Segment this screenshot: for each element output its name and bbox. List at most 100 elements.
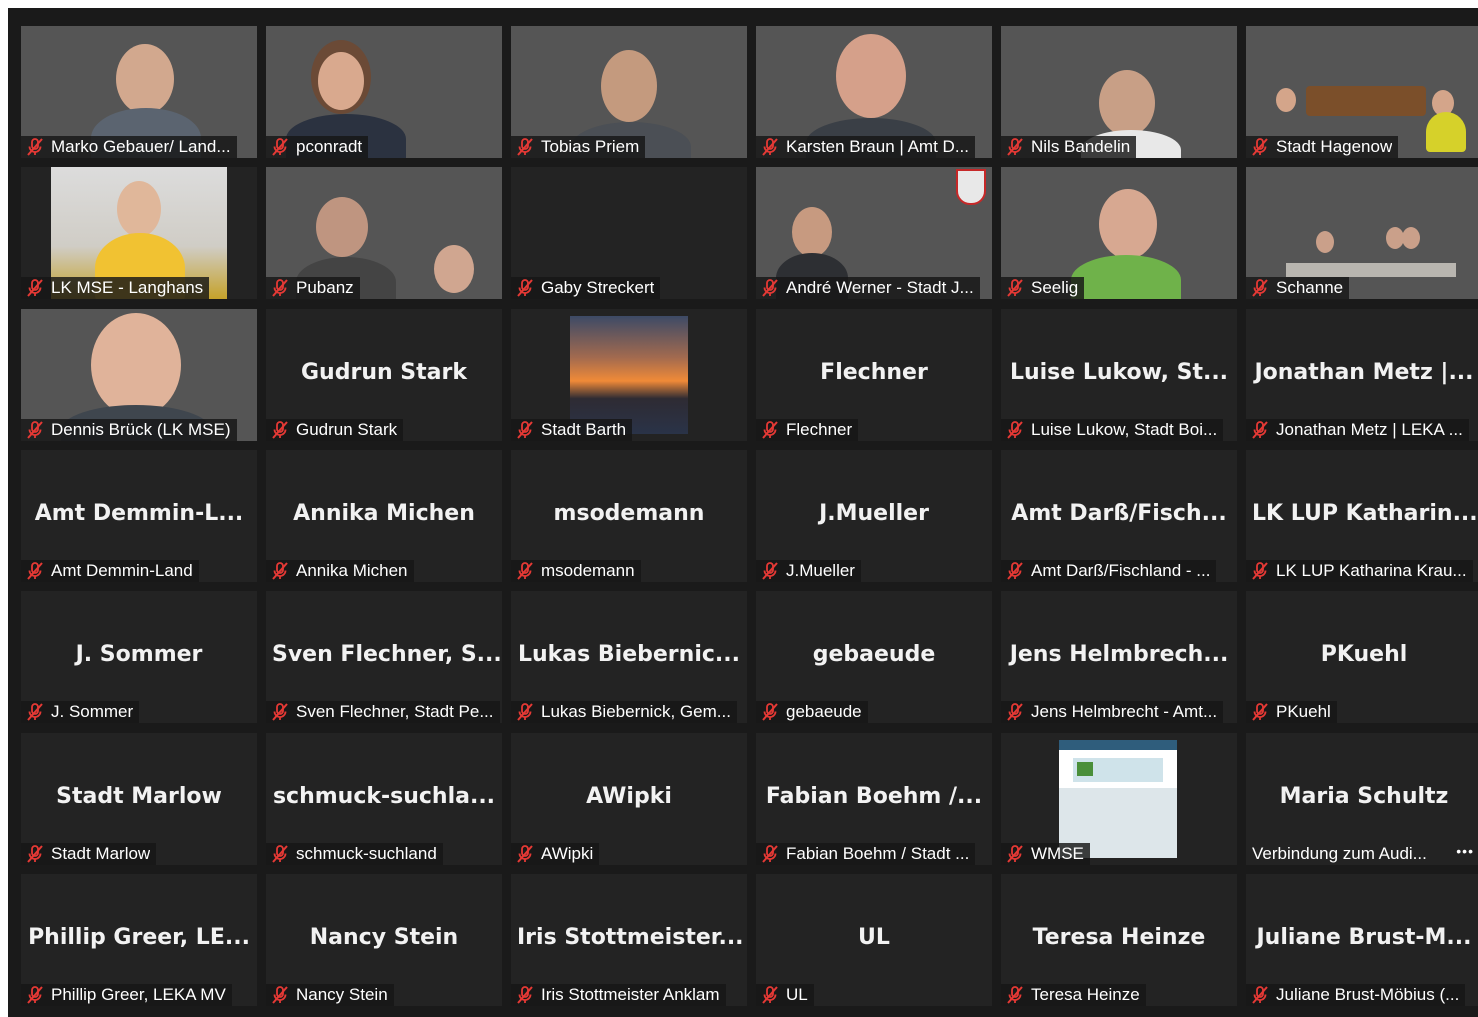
participant-name-label: Teresa Heinze	[1001, 984, 1146, 1006]
participant-name-label: Fabian Boehm / Stadt ...	[756, 843, 976, 865]
participant-tile[interactable]: Jens Helmbrech... Jens Helmbrecht - Amt.…	[1001, 591, 1237, 723]
muted-mic-icon	[270, 561, 290, 581]
participant-tile[interactable]: Phillip Greer, LE... Phillip Greer, LEKA…	[21, 874, 257, 1006]
participant-name-label: Marko Gebauer/ Land...	[21, 136, 237, 158]
muted-mic-icon	[25, 278, 45, 298]
participant-tile[interactable]: Luise Lukow, St... Luise Lukow, Stadt Bo…	[1001, 309, 1237, 441]
participant-tile[interactable]: Juliane Brust-M... Juliane Brust-Möbius …	[1246, 874, 1478, 1006]
participant-tile[interactable]: Dennis Brück (LK MSE)	[21, 309, 257, 441]
participant-name-label: Karsten Braun | Amt D...	[756, 136, 975, 158]
participant-tile[interactable]: Amt Demmin-L... Amt Demmin-Land	[21, 450, 257, 582]
muted-mic-icon	[515, 702, 535, 722]
participant-tile[interactable]: Sven Flechner, S... Sven Flechner, Stadt…	[266, 591, 502, 723]
participant-tile[interactable]: Maria Schultz Verbindung zum Audi... •••	[1246, 733, 1478, 865]
participant-tile[interactable]: Tobias Priem	[511, 26, 747, 158]
participant-tile[interactable]: Lukas Biebernic... Lukas Biebernick, Gem…	[511, 591, 747, 723]
participant-name-label: pconradt	[266, 136, 369, 158]
muted-mic-icon	[1250, 137, 1270, 157]
participant-tile[interactable]: Fabian Boehm /... Fabian Boehm / Stadt .…	[756, 733, 992, 865]
muted-mic-icon	[515, 561, 535, 581]
profile-picture	[1059, 740, 1177, 858]
participant-name-label: Schanne	[1246, 277, 1350, 299]
participant-tile[interactable]: Flechner Flechner	[756, 309, 992, 441]
muted-mic-icon	[515, 420, 535, 440]
participant-name-label: AWipki	[511, 843, 600, 865]
muted-mic-icon	[25, 702, 45, 722]
participant-display-name: Phillip Greer, LE...	[28, 925, 250, 950]
participant-display-name: Luise Lukow, St...	[1009, 360, 1229, 385]
participant-name-label: gebaeude	[756, 701, 868, 723]
participant-name-label: Amt Demmin-Land	[21, 560, 199, 582]
more-options-icon[interactable]: •••	[1456, 843, 1474, 859]
participant-tile[interactable]: Gaby Streckert	[511, 167, 747, 299]
participant-name-label: Iris Stottmeister Anklam	[511, 984, 726, 1006]
participant-name-label: Stadt Marlow	[21, 843, 157, 865]
muted-mic-icon	[760, 420, 780, 440]
participant-tile[interactable]: LK LUP Katharin... LK LUP Katharina Krau…	[1246, 450, 1478, 582]
participant-name-label: Gudrun Stark	[266, 419, 404, 441]
participant-display-name: Fabian Boehm /...	[765, 784, 983, 809]
participant-tile[interactable]: LK MSE - Langhans	[21, 167, 257, 299]
participant-tile[interactable]: Annika Michen Annika Michen	[266, 450, 502, 582]
muted-mic-icon	[25, 420, 45, 440]
participant-name-label: Jonathan Metz | LEKA ...	[1246, 419, 1469, 441]
participant-tile[interactable]: Gudrun Stark Gudrun Stark	[266, 309, 502, 441]
participant-tile[interactable]: Iris Stottmeister... Iris Stottmeister A…	[511, 874, 747, 1006]
participant-display-name: LK LUP Katharin...	[1252, 501, 1478, 526]
participant-name-label: msodemann	[511, 560, 641, 582]
muted-mic-icon	[25, 561, 45, 581]
participant-tile[interactable]: msodemann msodemann	[511, 450, 747, 582]
participant-tile[interactable]: Jonathan Metz |... Jonathan Metz | LEKA …	[1246, 309, 1478, 441]
participant-display-name: UL	[858, 925, 890, 950]
participant-tile[interactable]: Schanne	[1246, 167, 1478, 299]
participant-display-name: Amt Darß/Fisch...	[1011, 501, 1227, 526]
participant-tile[interactable]: Stadt Marlow Stadt Marlow	[21, 733, 257, 865]
participant-name-label: Amt Darß/Fischland - ...	[1001, 560, 1217, 582]
participant-display-name: Annika Michen	[293, 501, 475, 526]
participant-tile[interactable]: pconradt	[266, 26, 502, 158]
participant-tile[interactable]: André Werner - Stadt J...	[756, 167, 992, 299]
participant-name-label: LK MSE - Langhans	[21, 277, 210, 299]
participant-display-name: PKuehl	[1320, 642, 1408, 667]
participant-tile[interactable]: Amt Darß/Fisch... Amt Darß/Fischland - .…	[1001, 450, 1237, 582]
participant-tile[interactable]: J.Mueller J.Mueller	[756, 450, 992, 582]
participant-name-label: Dennis Brück (LK MSE)	[21, 419, 237, 441]
participant-name-label: Seelig	[1001, 277, 1085, 299]
participant-tile[interactable]: schmuck-suchla... schmuck-suchland	[266, 733, 502, 865]
participant-tile[interactable]: Stadt Hagenow	[1246, 26, 1478, 158]
participant-name-label: Pubanz	[266, 277, 360, 299]
participant-display-name: Sven Flechner, S...	[272, 642, 502, 667]
participant-tile[interactable]: gebaeude gebaeude	[756, 591, 992, 723]
participant-display-name: Stadt Marlow	[56, 784, 222, 809]
participant-display-name: Teresa Heinze	[1032, 925, 1206, 950]
participant-name-label: Nancy Stein	[266, 984, 394, 1006]
participant-tile[interactable]: Karsten Braun | Amt D...	[756, 26, 992, 158]
muted-mic-icon	[270, 844, 290, 864]
muted-mic-icon	[1005, 420, 1025, 440]
participant-display-name: Iris Stottmeister...	[517, 925, 744, 950]
participant-tile[interactable]: Stadt Barth	[511, 309, 747, 441]
participant-tile[interactable]: Nils Bandelin	[1001, 26, 1237, 158]
muted-mic-icon	[1005, 137, 1025, 157]
participant-name-label: Stadt Hagenow	[1246, 136, 1399, 158]
participant-display-name: Juliane Brust-M...	[1256, 925, 1472, 950]
muted-mic-icon	[760, 985, 780, 1005]
participant-name-label: Gaby Streckert	[511, 277, 661, 299]
participant-tile[interactable]: Nancy Stein Nancy Stein	[266, 874, 502, 1006]
participant-tile[interactable]: AWipki AWipki	[511, 733, 747, 865]
participant-tile[interactable]: Pubanz	[266, 167, 502, 299]
participant-tile[interactable]: J. Sommer J. Sommer	[21, 591, 257, 723]
participant-tile[interactable]: Teresa Heinze Teresa Heinze	[1001, 874, 1237, 1006]
participant-tile[interactable]: UL UL	[756, 874, 992, 1006]
participant-display-name: schmuck-suchla...	[272, 784, 496, 809]
participant-tile[interactable]: WMSE	[1001, 733, 1237, 865]
participant-status-label: Verbindung zum Audi...	[1252, 844, 1427, 863]
participant-name-label: Lukas Biebernick, Gem...	[511, 701, 737, 723]
profile-picture	[570, 316, 688, 434]
participant-display-name: Amt Demmin-L...	[34, 501, 244, 526]
participant-tile[interactable]: Seelig	[1001, 167, 1237, 299]
participant-tile[interactable]: Marko Gebauer/ Land...	[21, 26, 257, 158]
participant-name-label: J. Sommer	[21, 701, 140, 723]
participant-name-label: Tobias Priem	[511, 136, 646, 158]
participant-tile[interactable]: PKuehl PKuehl	[1246, 591, 1478, 723]
